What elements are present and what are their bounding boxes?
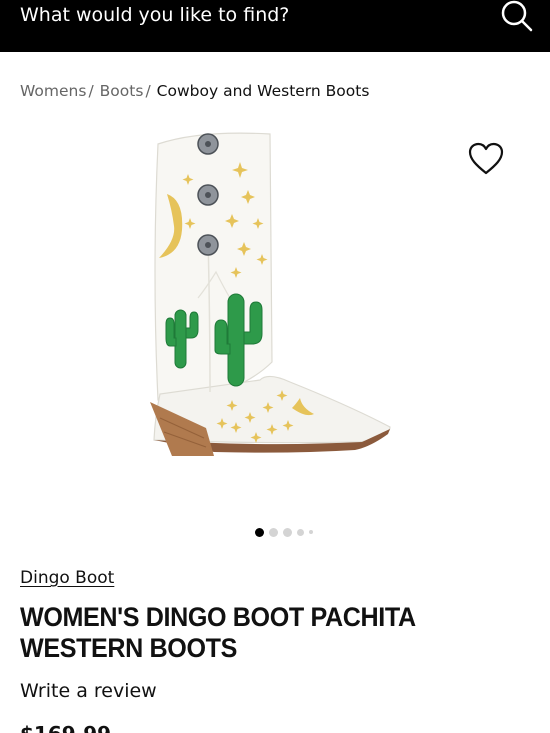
breadcrumb: Womens / Boots / Cowboy and Western Boots: [20, 82, 369, 100]
search-input[interactable]: What would you like to find?: [20, 4, 289, 26]
product-title: WOMEN'S DINGO BOOT PACHITA WESTERN BOOTS: [20, 602, 415, 663]
brand-link[interactable]: Dingo Boot: [20, 568, 114, 588]
image-carousel-dots: [255, 526, 313, 538]
heart-icon[interactable]: [466, 140, 506, 178]
breadcrumb-boots[interactable]: Boots: [100, 82, 144, 100]
breadcrumb-current: Cowboy and Western Boots: [156, 82, 370, 100]
carousel-dot[interactable]: [255, 527, 264, 537]
product-price: $169.99: [20, 722, 111, 733]
carousel-dot[interactable]: [309, 530, 313, 534]
write-review-link[interactable]: Write a review: [20, 680, 157, 702]
carousel-dot[interactable]: [269, 527, 278, 537]
product-image[interactable]: [140, 122, 410, 482]
breadcrumb-separator: /: [88, 82, 94, 100]
search-icon[interactable]: [495, 0, 537, 36]
carousel-dot[interactable]: [297, 528, 304, 536]
breadcrumb-womens[interactable]: Womens: [20, 82, 86, 100]
carousel-dot[interactable]: [283, 527, 292, 537]
search-bar[interactable]: What would you like to find?: [0, 0, 550, 52]
breadcrumb-separator: /: [145, 82, 151, 100]
